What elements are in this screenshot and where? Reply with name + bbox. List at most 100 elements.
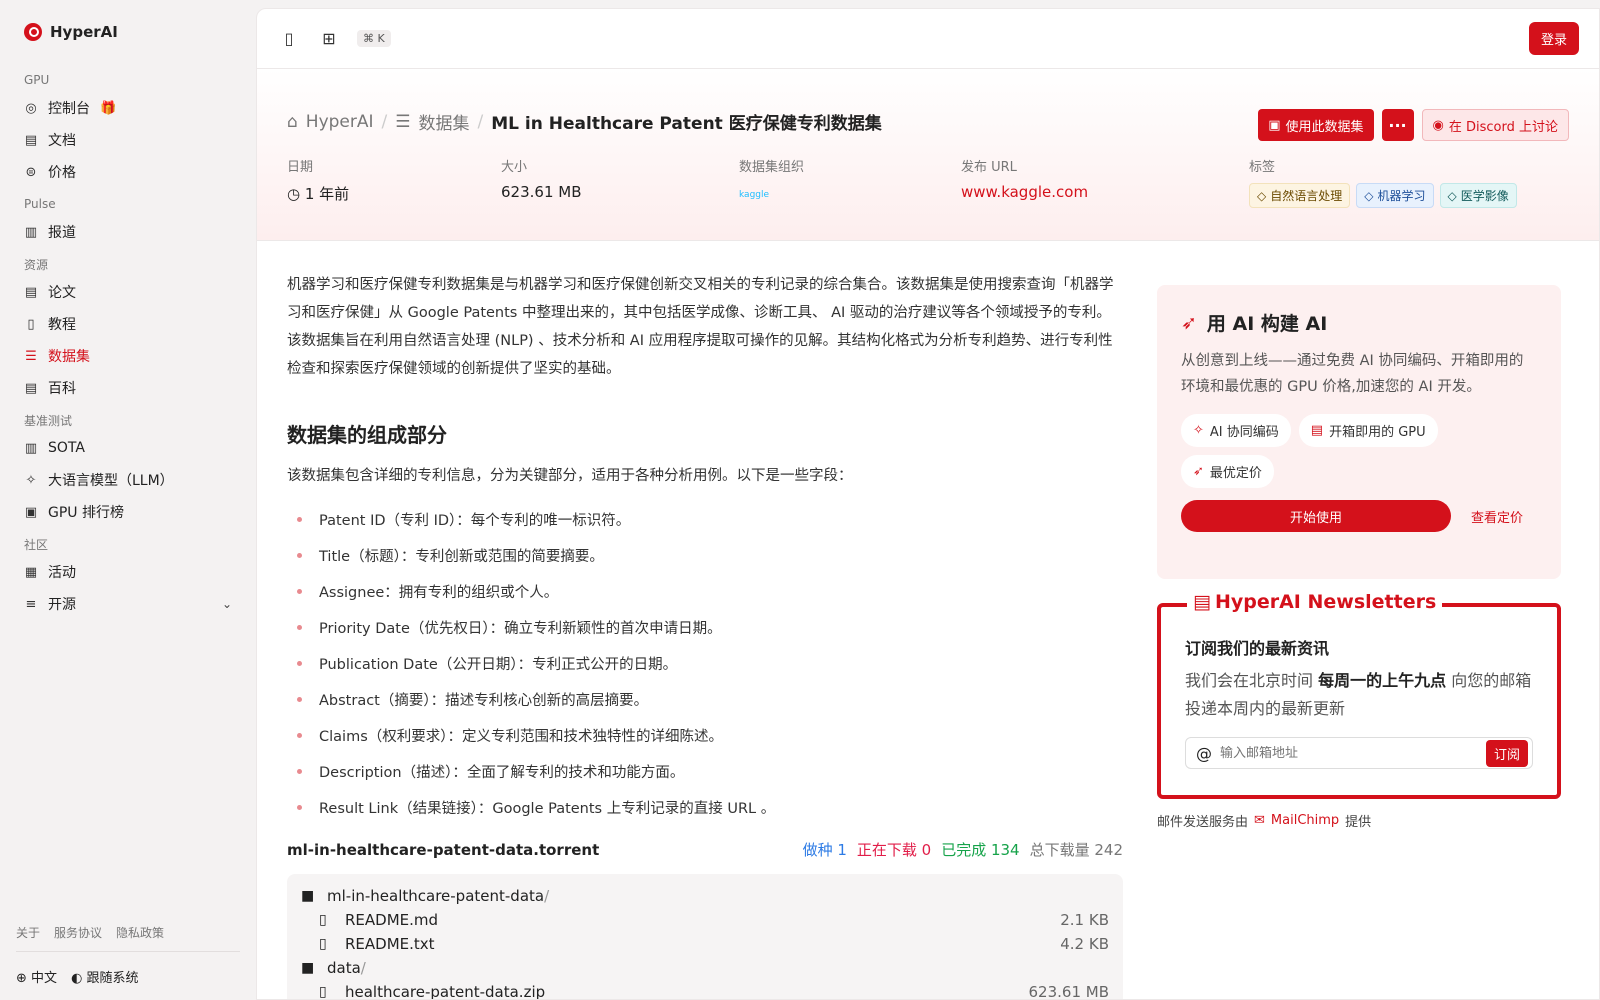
mail-icon: ✉	[1254, 813, 1265, 828]
sidebar-item-events[interactable]: ▦ 活动	[16, 556, 240, 588]
price-icon: ⊜	[25, 164, 37, 180]
sidebar-footer: 关于 服务协议 隐私政策 ⊕ 中文 ◐ 跟随系统	[16, 924, 240, 1000]
meta-tags: 标签 ◇ 自然语言处理 ◇ 机器学习 ◇ 医学影像	[1249, 156, 1517, 208]
right-column: ➶ 用 AI 构建 AI 从创意到上线——通过免费 AI 协同编码、开箱即用的环…	[1157, 285, 1561, 830]
sidebar-item-console[interactable]: ◎ 控制台 🎁	[16, 92, 240, 124]
breadcrumb-home[interactable]: HyperAI	[306, 112, 374, 132]
calendar-icon: ▦	[24, 564, 38, 580]
sparkle-icon: ✧	[1193, 423, 1204, 438]
file-icon: ▯	[319, 984, 327, 1000]
dataset-description: 机器学习和医疗保健专利数据集是与机器学习和医疗保健创新交叉相关的专利记录的综合集…	[287, 277, 1114, 377]
footer-link-about[interactable]: 关于	[16, 924, 40, 941]
rocket-icon: ➶	[1181, 311, 1197, 334]
nav-group-benchmarks: 基准测试	[24, 413, 73, 428]
view-pricing-link[interactable]: 查看定价	[1471, 507, 1523, 526]
file-row[interactable]: ■ data /	[301, 956, 1109, 980]
sidebar-item-papers[interactable]: ▤ 论文	[16, 276, 240, 308]
seeding-count: 做种 1	[802, 841, 847, 859]
subscribe-button[interactable]: 订阅	[1485, 739, 1528, 767]
theme-icon: ◐	[71, 970, 83, 986]
use-dataset-button[interactable]: ▣ 使用此数据集	[1258, 109, 1374, 141]
list-item: Assignee：拥有专利的组织或个人。	[287, 573, 1123, 609]
newsletter-text: 我们会在北京时间 每周一的上午九点 向您的邮箱投递本周内的最新更新	[1185, 671, 1532, 718]
nav-group-gpu: GPU	[24, 73, 50, 87]
list-item: Publication Date（公开日期）：专利正式公开的日期。	[287, 645, 1123, 681]
sidebar-item-sota[interactable]: ▥ SOTA	[16, 432, 240, 464]
file-row[interactable]: ▯ README.txt 4.2 KB	[301, 932, 1109, 956]
login-button[interactable]: 登录	[1528, 22, 1579, 55]
language-switcher[interactable]: ⊕ 中文	[16, 967, 57, 986]
sidebar-item-datasets[interactable]: ☰ 数据集	[16, 340, 240, 372]
mailchimp-link[interactable]: MailChimp	[1271, 813, 1339, 828]
chip-gpu: ▤ 开箱即用的 GPU	[1298, 414, 1438, 447]
file-row[interactable]: ■ ml-in-healthcare-patent-data /	[301, 884, 1109, 908]
sidebar-item-gpu-leaderboard[interactable]: ▣ GPU 排行榜	[16, 496, 240, 528]
newsletter-title: HyperAI Newsletters	[1214, 591, 1437, 613]
chevron-down-icon[interactable]: ⌄	[222, 597, 232, 611]
sidebar-item-wiki[interactable]: ▤ 百科	[16, 372, 240, 404]
chip-icon: ▣	[24, 504, 38, 520]
sparkle-icon: ✧	[25, 472, 37, 488]
rocket-icon: ➶	[1193, 464, 1204, 479]
torrent-stats: 做种 1 正在下载 0 已完成 134 总下载量 242	[803, 839, 1123, 860]
list-item: Abstract（摘要）：描述专利核心创新的高层摘要。	[287, 681, 1123, 717]
publish-url-link[interactable]: www.kaggle.com	[961, 183, 1249, 201]
tag-icon: ◇	[1257, 188, 1267, 203]
tag-machine-learning[interactable]: ◇ 机器学习	[1356, 183, 1434, 208]
feature-chips: ✧ AI 协同编码 ▤ 开箱即用的 GPU ➶ 最优定价	[1181, 414, 1537, 488]
sidebar-item-news[interactable]: ▥ 报道	[16, 216, 240, 248]
gift-icon: 🎁	[100, 100, 117, 116]
sidebar-item-llm[interactable]: ✧ 大语言模型（LLM）	[16, 464, 240, 496]
kaggle-logo[interactable]: kaggle	[739, 190, 769, 200]
nav-group-pulse: Pulse	[24, 197, 56, 211]
file-row[interactable]: ▯ healthcare-patent-data.zip 623.61 MB	[301, 980, 1109, 1000]
get-started-button[interactable]: 开始使用	[1181, 500, 1451, 532]
bar-chart-icon: ▥	[24, 440, 38, 456]
file-tree: ■ ml-in-healthcare-patent-data / ▯ README…	[287, 874, 1123, 1000]
clock-icon: ◷	[287, 185, 301, 203]
sidebar-item-pricing[interactable]: ⊜ 价格	[16, 156, 240, 188]
at-icon: @	[1196, 743, 1212, 763]
apps-grid-icon[interactable]: ⊞	[317, 27, 341, 51]
breadcrumb-separator: /	[381, 111, 388, 132]
command-shortcut[interactable]: ⌘ K	[357, 30, 391, 47]
powered-by: 邮件发送服务由 ✉ MailChimp 提供	[1157, 813, 1372, 830]
brand-logo[interactable]: HyperAI	[16, 0, 240, 64]
email-input[interactable]	[1220, 745, 1478, 761]
footer-link-terms[interactable]: 服务协议	[54, 924, 102, 941]
file-row[interactable]: ▯ README.md 2.1 KB	[301, 908, 1109, 932]
page-title: ML in Healthcare Patent 医疗保健专利数据集	[491, 114, 882, 134]
server-icon: ▤	[1310, 423, 1324, 438]
news-icon: ▥	[24, 224, 38, 240]
sidebar-item-docs[interactable]: ▤ 文档	[16, 124, 240, 156]
database-icon: ☰	[395, 111, 411, 132]
more-options-button[interactable]: ···	[1381, 109, 1414, 141]
list-item: Priority Date（优先权日）：确立专利新颖性的首次申请日期。	[287, 609, 1123, 645]
terminal-icon: ▣	[1268, 117, 1281, 133]
section-intro: 该数据集包含详细的专利信息，分为关键部分，适用于各种分析用例。以下是一些字段：	[287, 468, 853, 484]
wiki-icon: ▤	[24, 380, 38, 396]
meta-org: 数据集组织 kaggle	[739, 160, 805, 200]
theme-switcher[interactable]: ◐ 跟随系统	[71, 967, 139, 986]
completed-count: 已完成 134	[941, 841, 1020, 859]
breadcrumb-datasets[interactable]: 数据集	[419, 109, 470, 134]
sidebar: HyperAI GPU ◎ 控制台 🎁 ▤ 文档 ⊜ 价格 Pulse ▥ 报道…	[0, 0, 256, 1000]
paper-icon: ▤	[24, 284, 38, 300]
file-icon: ▯	[319, 936, 327, 952]
footer-settings: ⊕ 中文 ◐ 跟随系统	[16, 952, 240, 1000]
ai-card-desc: 从创意到上线——通过免费 AI 协同编码、开箱即用的环境和最优惠的 GPU 价格…	[1181, 353, 1524, 395]
list-item: Title（标题）：专利创新或范围的简要摘要。	[287, 537, 1123, 573]
database-icon: ☰	[25, 348, 37, 364]
sidebar-item-opensource[interactable]: ≡ 开源 ⌄	[16, 588, 240, 620]
dataset-meta: 日期 ◷ 1 年前 大小 623.61 MB 数据集组织 kaggle 发布 U…	[287, 156, 1569, 208]
sidebar-toggle-icon[interactable]: ▯	[277, 27, 301, 51]
sidebar-item-tutorials[interactable]: ▯ 教程	[16, 308, 240, 340]
newsletter-subtitle: 订阅我们的最新资讯	[1185, 639, 1330, 658]
tag-nlp[interactable]: ◇ 自然语言处理	[1249, 183, 1351, 208]
discord-discuss-button[interactable]: ◉ 在 Discord 上讨论	[1421, 109, 1569, 141]
email-field-wrapper: @ 订阅	[1185, 737, 1533, 769]
tag-medical-imaging[interactable]: ◇ 医学影像	[1439, 183, 1517, 208]
file-icon: ▯	[319, 912, 327, 928]
footer-link-privacy[interactable]: 隐私政策	[116, 924, 164, 941]
torrent-file-link[interactable]: ml-in-healthcare-patent-data.torrent	[287, 841, 599, 859]
